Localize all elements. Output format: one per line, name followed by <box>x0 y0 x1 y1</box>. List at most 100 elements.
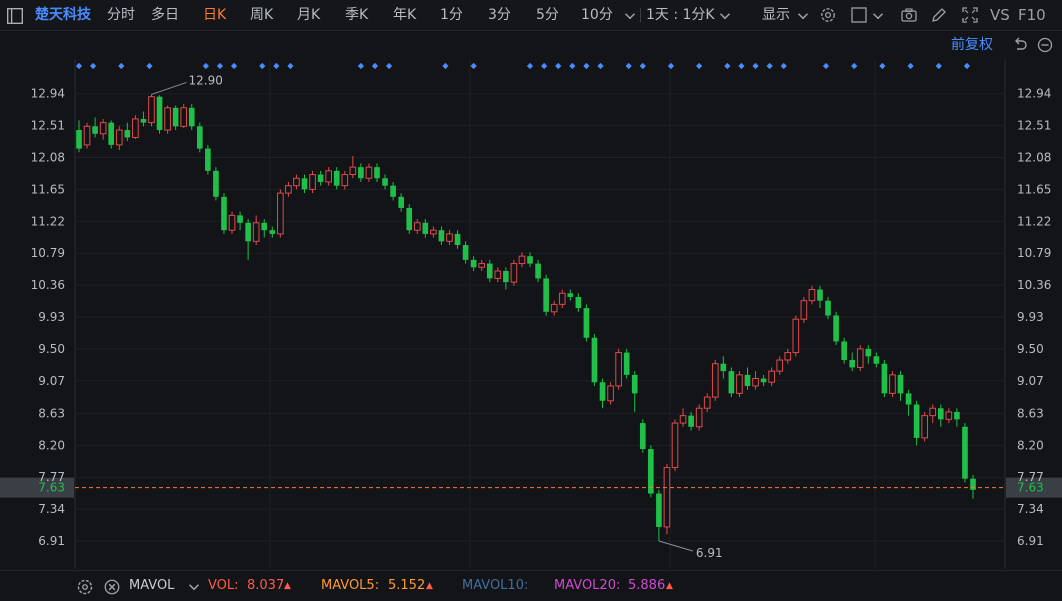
event-marker[interactable] <box>597 62 604 70</box>
candle[interactable] <box>728 367 735 398</box>
candle[interactable] <box>486 259 493 283</box>
candle[interactable] <box>792 315 800 357</box>
candle[interactable] <box>970 474 976 499</box>
candle[interactable] <box>422 219 429 238</box>
candle[interactable] <box>889 371 896 398</box>
candle[interactable] <box>825 296 831 320</box>
candle[interactable] <box>768 367 775 386</box>
event-marker[interactable] <box>442 62 449 70</box>
tab-season-k[interactable]: 季K <box>345 0 368 30</box>
event-marker[interactable] <box>907 62 914 70</box>
display-menu[interactable]: 显示 <box>762 0 790 30</box>
event-marker[interactable] <box>541 62 548 70</box>
candle[interactable] <box>543 274 549 316</box>
candle[interactable] <box>881 360 888 398</box>
candle[interactable] <box>663 463 671 535</box>
vs-button[interactable]: VS <box>990 0 1010 30</box>
candle[interactable] <box>639 419 646 453</box>
period-chevron-down-icon[interactable] <box>716 7 732 23</box>
kline-chart-svg[interactable]: 12.906.917.63 7.63 12.94 12.9412.51 12.5112… <box>0 59 1062 569</box>
tab-10min[interactable]: 10分 <box>581 0 613 30</box>
candle[interactable] <box>349 156 357 179</box>
square-select-icon[interactable] <box>850 6 868 24</box>
tab-month-k[interactable]: 月K <box>297 0 320 30</box>
candle[interactable] <box>575 293 582 312</box>
event-marker[interactable] <box>357 62 365 70</box>
candle[interactable] <box>301 174 308 194</box>
candle[interactable] <box>873 352 880 368</box>
tab-duori[interactable]: 多日 <box>151 0 179 30</box>
candle[interactable] <box>897 371 904 401</box>
candle[interactable] <box>954 408 960 427</box>
candle[interactable] <box>688 411 694 431</box>
candle[interactable] <box>583 304 590 342</box>
candle[interactable] <box>656 489 662 542</box>
event-marker[interactable] <box>780 62 787 70</box>
candle[interactable] <box>277 189 284 238</box>
event-marker[interactable] <box>230 62 238 70</box>
event-marker[interactable] <box>569 62 576 70</box>
event-marker[interactable] <box>555 62 562 70</box>
camera-icon[interactable] <box>900 6 918 24</box>
candle[interactable] <box>535 259 541 283</box>
event-marker[interactable] <box>118 62 125 70</box>
candle[interactable] <box>503 267 509 290</box>
candle[interactable] <box>83 122 91 149</box>
minus-circle-icon[interactable] <box>1036 36 1054 54</box>
event-marker[interactable] <box>625 62 632 70</box>
candle[interactable] <box>261 219 268 238</box>
candle[interactable] <box>752 371 759 390</box>
candle[interactable] <box>703 393 711 412</box>
candle[interactable] <box>736 371 743 398</box>
indicator-name[interactable]: MAVOL <box>129 571 174 601</box>
event-marker[interactable] <box>273 62 280 70</box>
candle[interactable] <box>446 230 453 246</box>
tab-day-k[interactable]: 日K <box>203 0 226 30</box>
tab-week-k[interactable]: 周K <box>250 0 273 30</box>
candle[interactable] <box>438 226 445 246</box>
candle[interactable] <box>510 259 518 286</box>
tab-3min[interactable]: 3分 <box>488 0 511 30</box>
candle[interactable] <box>591 334 598 386</box>
event-marker[interactable] <box>766 62 773 70</box>
pencil-icon[interactable] <box>930 6 948 24</box>
candle[interactable] <box>188 104 195 131</box>
candle[interactable] <box>92 117 98 138</box>
event-marker[interactable] <box>963 62 971 70</box>
undo-icon[interactable] <box>1011 36 1029 54</box>
event-marker[interactable] <box>724 62 731 70</box>
candle[interactable] <box>518 252 526 268</box>
event-marker[interactable] <box>287 62 294 70</box>
event-marker[interactable] <box>851 62 858 70</box>
candle[interactable] <box>776 356 784 375</box>
candle[interactable] <box>172 105 179 131</box>
candle[interactable] <box>470 256 477 271</box>
candle[interactable] <box>462 241 469 264</box>
candle[interactable] <box>817 285 823 309</box>
candle[interactable] <box>317 170 324 186</box>
tab-5min[interactable]: 5分 <box>536 0 559 30</box>
candle[interactable] <box>913 400 920 446</box>
indicator-chevron-down-icon[interactable] <box>185 578 200 594</box>
candle[interactable] <box>631 371 638 412</box>
indicator-close-icon[interactable] <box>103 578 120 595</box>
event-marker[interactable] <box>89 62 97 70</box>
candle[interactable] <box>221 193 227 234</box>
event-marker[interactable] <box>583 62 590 70</box>
square-chevron-down-icon[interactable] <box>869 7 884 23</box>
event-marker[interactable] <box>470 62 477 70</box>
display-chevron-down-icon[interactable] <box>794 7 810 23</box>
event-marker[interactable] <box>639 62 646 70</box>
candle[interactable] <box>148 94 155 127</box>
candle[interactable] <box>285 181 292 197</box>
candle[interactable] <box>237 211 243 231</box>
candle[interactable] <box>945 408 953 424</box>
candle[interactable] <box>390 181 396 201</box>
candle[interactable] <box>213 167 219 201</box>
candle[interactable] <box>599 378 606 409</box>
adjust-mode-button[interactable]: 前复权 <box>951 31 993 59</box>
tab-1min[interactable]: 1分 <box>440 0 463 30</box>
candle[interactable] <box>550 300 558 316</box>
candle[interactable] <box>760 374 767 386</box>
candle[interactable] <box>744 367 751 390</box>
